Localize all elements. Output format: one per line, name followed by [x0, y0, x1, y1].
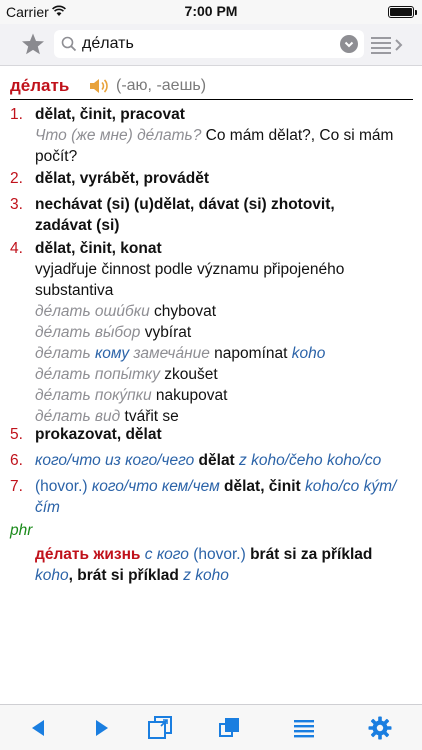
example-czech: nakupovat — [155, 387, 228, 404]
phrase-russian-keyword: с кого — [144, 546, 189, 563]
battery-icon — [388, 6, 417, 18]
example: де́лать поку́пки nakupovat — [35, 385, 413, 406]
clock: 7:00 PM — [184, 3, 238, 19]
clear-icon[interactable] — [340, 35, 358, 53]
example-czech: Co mám dělat?, Co si mám — [205, 127, 394, 144]
example-czech: zkoušet — [164, 366, 218, 383]
bottom-toolbar — [0, 704, 422, 750]
window-icon[interactable] — [146, 714, 174, 742]
sense-number: 3. — [10, 196, 23, 213]
sense-description: vyjadřuje činnost podle významu připojen… — [35, 261, 345, 278]
translation: prokazovat, dělat — [35, 426, 162, 443]
register-note: (hovor.) — [35, 478, 88, 495]
copy-icon[interactable] — [216, 714, 244, 742]
translation: dělat, vyrábět, provádět — [35, 170, 210, 187]
czech-keyword-cont: čím — [35, 499, 60, 516]
translation: dělat, činit, konat — [35, 240, 162, 257]
phrase-separator: , — [68, 567, 73, 584]
example-russian: Что (же мне) де́лать? — [35, 127, 202, 144]
example-czech-cont: počít? — [35, 148, 78, 165]
russian-keyword: кого/что кем/чем — [91, 478, 220, 495]
list-icon[interactable] — [290, 714, 318, 742]
status-bar: Carrier 7:00 PM — [0, 0, 422, 24]
prev-arrow-icon[interactable] — [24, 714, 52, 742]
history-list-icon[interactable] — [371, 35, 405, 55]
star-icon[interactable] — [20, 31, 46, 57]
sense-number: 7. — [10, 478, 23, 495]
example-keyword: кому — [94, 345, 130, 362]
example-russian: де́лать оши́бки — [35, 303, 150, 320]
word-forms: (-аю, -аешь) — [116, 77, 207, 94]
sense-number: 4. — [10, 240, 23, 257]
example: де́лать вы́бор vybírat — [35, 322, 413, 343]
search-input[interactable] — [82, 33, 332, 55]
example-czech: napomínat — [214, 345, 288, 362]
example-russian: де́лать вы́бор — [35, 324, 141, 341]
example-czech: tvářit se — [124, 408, 179, 425]
example-russian: де́лать — [35, 345, 91, 362]
phrase-translation: brát si za příklad — [250, 546, 373, 563]
phrase-russian: де́лать жизнь — [35, 546, 141, 563]
sense-number: 1. — [10, 106, 23, 123]
search-bar — [0, 24, 422, 66]
translation: dělat — [198, 452, 235, 469]
example: де́лать кому замеча́ние napomínat koho — [35, 343, 413, 364]
register-note: (hovor.) — [193, 546, 246, 563]
phrase-label: phr — [10, 522, 33, 539]
next-arrow-icon[interactable] — [88, 714, 116, 742]
translation: dělat, činit, pracovat — [35, 106, 185, 123]
entry-header: де́лать (-аю, -аешь) — [10, 76, 413, 100]
example-czech: vybírat — [144, 324, 192, 341]
translation: nechávat (si) (u)dělat, dávat (si) zhoto… — [35, 196, 335, 213]
speaker-icon[interactable] — [88, 76, 110, 96]
example-russian-cont: замеча́ние — [133, 345, 210, 362]
example: де́лать оши́бки chybovat — [35, 301, 413, 322]
sense-number: 6. — [10, 452, 23, 469]
example: де́лать попы́тку zkoušet — [35, 364, 413, 385]
russian-keyword: кого/что из кого/чего — [35, 452, 195, 469]
sense-description-cont: substantiva — [35, 282, 114, 299]
phrase-czech-keyword: koho — [35, 567, 69, 584]
headword: де́лать — [10, 76, 70, 95]
translation: dělat, činit — [224, 478, 301, 495]
search-icon — [61, 36, 77, 52]
dictionary-entry: де́лать (-аю, -аешь) 1. dělat, činit, pr… — [0, 66, 422, 704]
phrase-translation-alt: brát si příklad — [77, 567, 179, 584]
search-field[interactable] — [54, 30, 364, 58]
example-czech-keyword: koho — [291, 345, 326, 362]
example-russian: де́лать попы́тку — [35, 366, 160, 383]
czech-keyword: koho/co kým/ — [304, 478, 397, 495]
sense-number: 5. — [10, 426, 23, 443]
phrase-czech-keyword-alt: z koho — [183, 567, 229, 584]
example-czech: chybovat — [154, 303, 217, 320]
translation-cont: zadávat (si) — [35, 217, 120, 234]
sense-number: 2. — [10, 170, 23, 187]
example-russian: де́лать поку́пки — [35, 387, 152, 404]
czech-keyword: z koho/čeho koho/co — [239, 452, 382, 469]
gear-icon[interactable] — [366, 714, 394, 742]
example-russian: де́лать вид — [35, 408, 121, 425]
